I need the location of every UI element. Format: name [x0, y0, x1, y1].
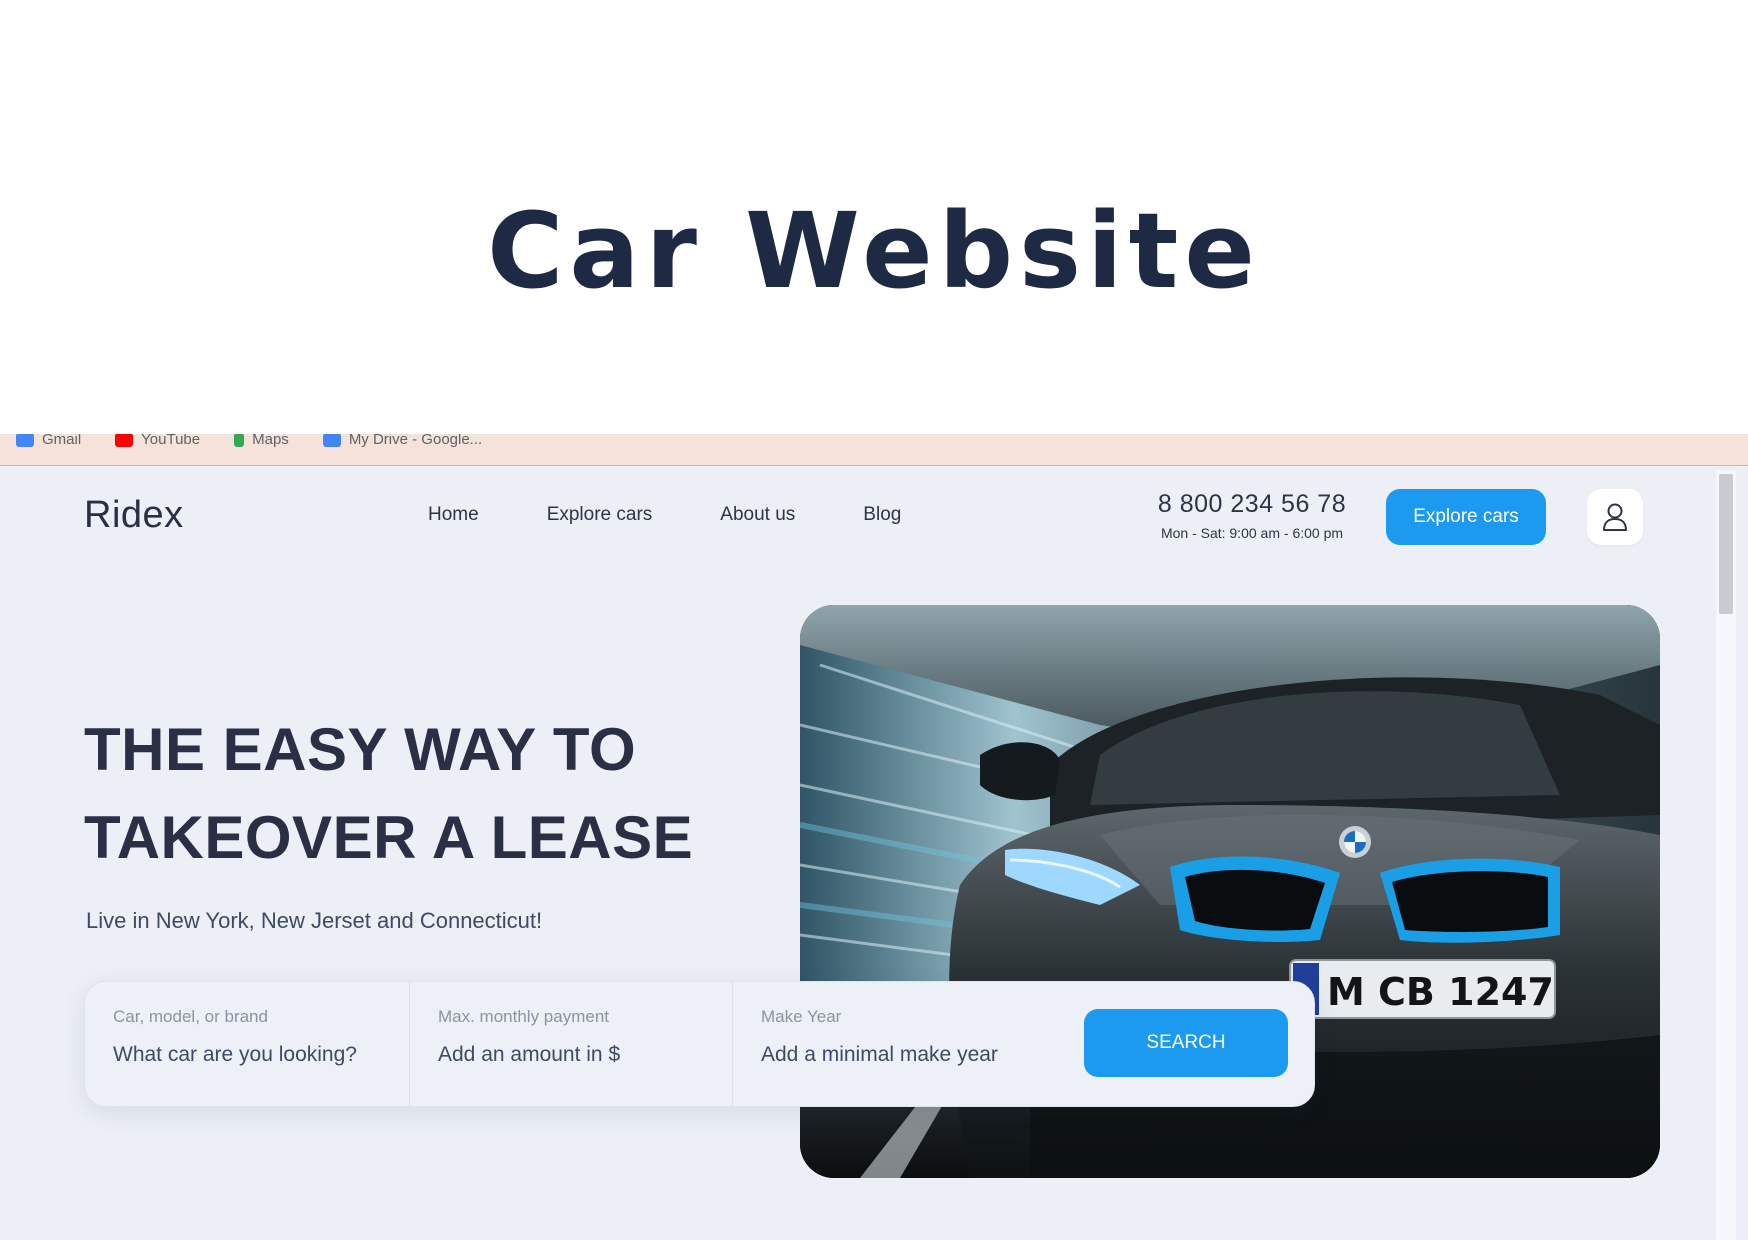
main-nav: Home Explore cars About us Blog — [428, 504, 901, 526]
bookmark-label: Maps — [252, 434, 289, 448]
website-viewport: Ridex Home Explore cars About us Blog 8 … — [0, 466, 1748, 1240]
bookmark-drive[interactable]: My Drive - Google... — [322, 434, 483, 448]
contact-block: 8 800 234 56 78 Mon - Sat: 9:00 am - 6:0… — [1144, 490, 1360, 541]
hero-title-line-2: TAKEOVER A LEASE — [84, 804, 694, 871]
site-logo[interactable]: Ridex — [84, 494, 184, 537]
maps-icon — [234, 434, 245, 447]
bookmark-label: YouTube — [141, 434, 201, 448]
banner-title: Car Website — [487, 190, 1261, 312]
title-banner: Car Website — [0, 0, 1748, 446]
bookmark-gmail[interactable]: Gmail — [16, 434, 81, 448]
search-field-payment: Max. monthly payment — [410, 981, 733, 1107]
user-icon — [1603, 503, 1627, 531]
explore-cars-button[interactable]: Explore cars — [1386, 489, 1546, 545]
drive-icon — [322, 434, 341, 447]
user-account-button[interactable] — [1587, 489, 1643, 545]
scrollbar[interactable] — [1716, 470, 1736, 1240]
license-plate-text: M CB 1247 — [1327, 970, 1554, 1014]
business-hours: Mon - Sat: 9:00 am - 6:00 pm — [1160, 525, 1344, 541]
car-model-brand-input[interactable] — [113, 1043, 373, 1067]
gmail-icon — [16, 434, 34, 447]
scrollbar-thumb[interactable] — [1719, 474, 1733, 614]
search-field-year: Make Year — [733, 981, 1073, 1107]
nav-about-us[interactable]: About us — [720, 504, 795, 526]
hero-title-line-1: THE EASY WAY TO — [84, 716, 637, 783]
bookmark-label: Gmail — [42, 434, 82, 448]
nav-blog[interactable]: Blog — [863, 504, 901, 526]
field-label: Make Year — [761, 1007, 842, 1026]
hero-title: THE EASY WAY TO TAKEOVER A LEASE — [84, 706, 764, 882]
field-label: Car, model, or brand — [113, 1007, 268, 1026]
hero-subtitle: Live in New York, New Jerset and Connect… — [86, 908, 543, 933]
nav-home[interactable]: Home — [428, 504, 479, 526]
nav-explore-cars[interactable]: Explore cars — [547, 504, 653, 526]
bookmark-maps[interactable]: Maps — [234, 434, 289, 448]
bookmark-youtube[interactable]: YouTube — [115, 434, 200, 448]
phone-number[interactable]: 8 800 234 56 78 — [1144, 490, 1360, 519]
search-bar: Car, model, or brand Max. monthly paymen… — [84, 981, 1315, 1107]
make-year-input[interactable] — [761, 1043, 1021, 1067]
search-button[interactable]: SEARCH — [1084, 1009, 1288, 1077]
max-monthly-payment-input[interactable] — [438, 1043, 698, 1067]
bookmarks-bar: Gmail YouTube Maps My Drive - Google... — [0, 434, 1748, 466]
field-label: Max. monthly payment — [438, 1007, 610, 1026]
search-field-car: Car, model, or brand — [85, 981, 410, 1107]
bookmark-label: My Drive - Google... — [348, 434, 483, 448]
youtube-icon — [115, 434, 134, 447]
